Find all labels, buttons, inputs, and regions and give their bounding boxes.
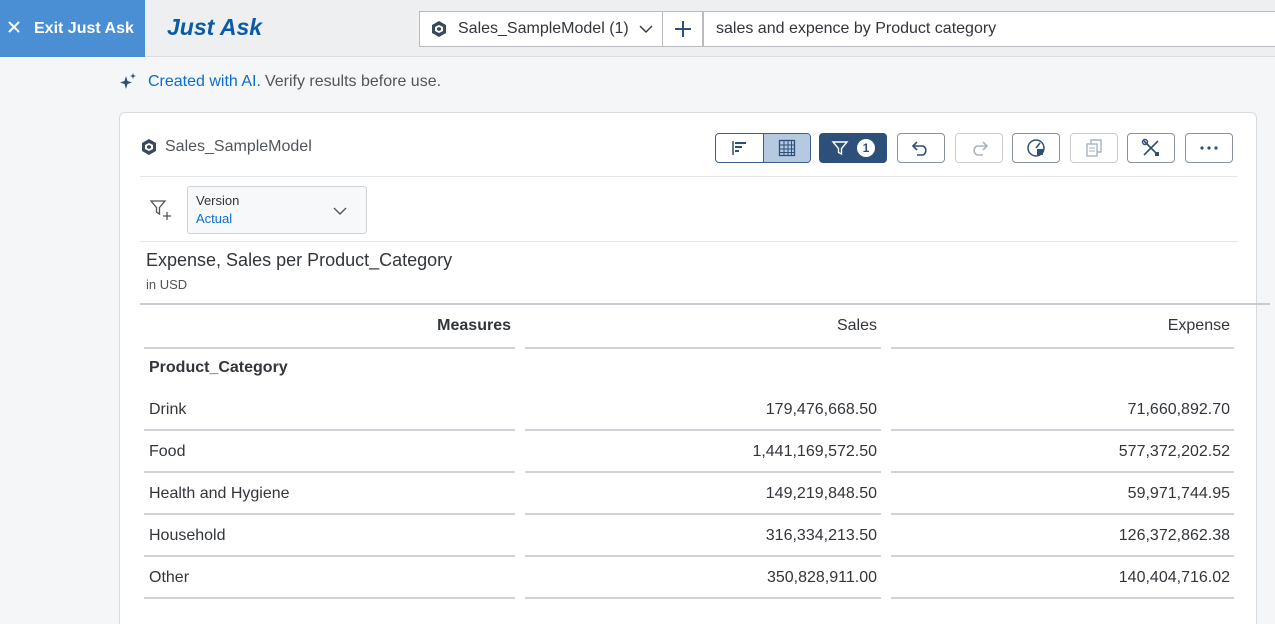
ai-notice: Created with AI. Verify results before u… bbox=[118, 72, 441, 92]
tools-button[interactable] bbox=[1127, 133, 1175, 163]
row-divider bbox=[144, 513, 515, 515]
row-divider bbox=[891, 555, 1234, 557]
bar-chart-icon bbox=[731, 139, 749, 157]
cell-expense: 59,971,744.95 bbox=[1127, 485, 1230, 502]
row-divider bbox=[144, 597, 515, 599]
view-toggle-group bbox=[715, 133, 811, 163]
cell-expense: 140,404,716.02 bbox=[1118, 569, 1230, 586]
table-grid-icon bbox=[778, 139, 796, 157]
row-divider bbox=[525, 429, 881, 431]
redo-button[interactable] bbox=[955, 133, 1003, 163]
card-header: Sales_SampleModel bbox=[140, 138, 312, 156]
header-divider bbox=[140, 176, 1238, 177]
ai-notice-text: Verify results before use. bbox=[264, 73, 442, 90]
model-cube-icon bbox=[430, 20, 448, 38]
row-divider bbox=[525, 555, 881, 557]
column-header-expense[interactable]: Expense bbox=[891, 317, 1230, 335]
cell-sales: 316,334,213.50 bbox=[765, 527, 877, 544]
row-divider bbox=[891, 471, 1234, 473]
version-filter[interactable]: Version Actual bbox=[187, 186, 367, 234]
copy-button[interactable] bbox=[1070, 133, 1118, 163]
column-header-measures[interactable]: Measures bbox=[140, 317, 511, 335]
cell-sales: 350,828,911.00 bbox=[766, 569, 877, 586]
redo-icon bbox=[969, 139, 989, 157]
header-underline bbox=[144, 347, 515, 349]
chart-view-button[interactable] bbox=[716, 134, 763, 162]
table-title: Expense, Sales per Product_Category bbox=[146, 250, 453, 270]
add-filter-button[interactable] bbox=[150, 199, 172, 221]
row-divider bbox=[525, 513, 881, 515]
filter-plus-icon bbox=[150, 199, 172, 221]
model-selector[interactable]: Sales_SampleModel (1) bbox=[419, 11, 663, 47]
chevron-down-icon bbox=[638, 21, 654, 42]
plus-icon bbox=[673, 19, 693, 39]
row-divider bbox=[525, 471, 881, 473]
top-bar: Exit Just Ask Just Ask Sales_SampleModel… bbox=[0, 0, 1275, 57]
app-title: Just Ask bbox=[167, 14, 263, 40]
model-cube-icon bbox=[140, 138, 165, 156]
column-header-sales[interactable]: Sales bbox=[525, 317, 877, 335]
table-top-border bbox=[140, 303, 1270, 305]
filter-divider bbox=[140, 241, 1238, 242]
cell-expense: 126,372,862.38 bbox=[1118, 527, 1230, 544]
card-model-name: Sales_SampleModel bbox=[165, 138, 312, 155]
undo-icon bbox=[911, 139, 931, 157]
sparkle-icon bbox=[118, 72, 138, 92]
add-model-button[interactable] bbox=[663, 11, 703, 47]
row-divider bbox=[891, 429, 1234, 431]
chevron-down-icon bbox=[332, 203, 348, 224]
filter-icon bbox=[831, 139, 849, 157]
cell-sales: 179,476,668.50 bbox=[765, 401, 877, 418]
row-divider bbox=[891, 513, 1234, 515]
insights-button[interactable] bbox=[1012, 133, 1060, 163]
row-label[interactable]: Other bbox=[149, 569, 189, 587]
gauge-icon bbox=[1026, 138, 1046, 158]
exit-label: Exit Just Ask bbox=[34, 19, 134, 37]
row-divider bbox=[891, 597, 1234, 599]
row-label[interactable]: Household bbox=[149, 527, 226, 545]
cell-expense: 577,372,202.52 bbox=[1118, 443, 1230, 460]
row-divider bbox=[144, 471, 515, 473]
row-label[interactable]: Food bbox=[149, 443, 185, 461]
more-options-button[interactable] bbox=[1185, 133, 1233, 163]
cell-sales: 149,219,848.50 bbox=[765, 485, 877, 502]
tools-icon bbox=[1141, 138, 1161, 158]
ai-notice-link[interactable]: Created with AI. bbox=[148, 73, 261, 91]
row-label[interactable]: Health and Hygiene bbox=[149, 485, 290, 503]
table-view-button[interactable] bbox=[763, 134, 810, 162]
exit-just-ask-button[interactable]: Exit Just Ask bbox=[0, 0, 145, 57]
cell-sales: 1,441,169,572.50 bbox=[752, 443, 877, 460]
more-icon bbox=[1199, 145, 1219, 151]
filter-button[interactable]: 1 bbox=[819, 133, 887, 163]
cell-expense: 71,660,892.70 bbox=[1127, 401, 1230, 418]
header-underline bbox=[891, 347, 1234, 349]
table-subtitle: in USD bbox=[146, 277, 188, 292]
row-divider bbox=[144, 555, 515, 557]
query-input[interactable] bbox=[703, 11, 1275, 47]
filter-count-badge: 1 bbox=[857, 139, 875, 157]
header-underline bbox=[525, 347, 881, 349]
model-selector-label: Sales_SampleModel (1) bbox=[458, 20, 629, 37]
row-dimension-header[interactable]: Product_Category bbox=[149, 359, 288, 377]
undo-button[interactable] bbox=[897, 133, 945, 163]
row-divider bbox=[525, 597, 881, 599]
copy-icon bbox=[1085, 138, 1103, 158]
result-card: Sales_SampleModel 1 Version Actual Expen… bbox=[119, 112, 1270, 624]
row-label[interactable]: Drink bbox=[149, 401, 186, 419]
row-divider bbox=[144, 429, 515, 431]
close-icon bbox=[6, 19, 22, 39]
